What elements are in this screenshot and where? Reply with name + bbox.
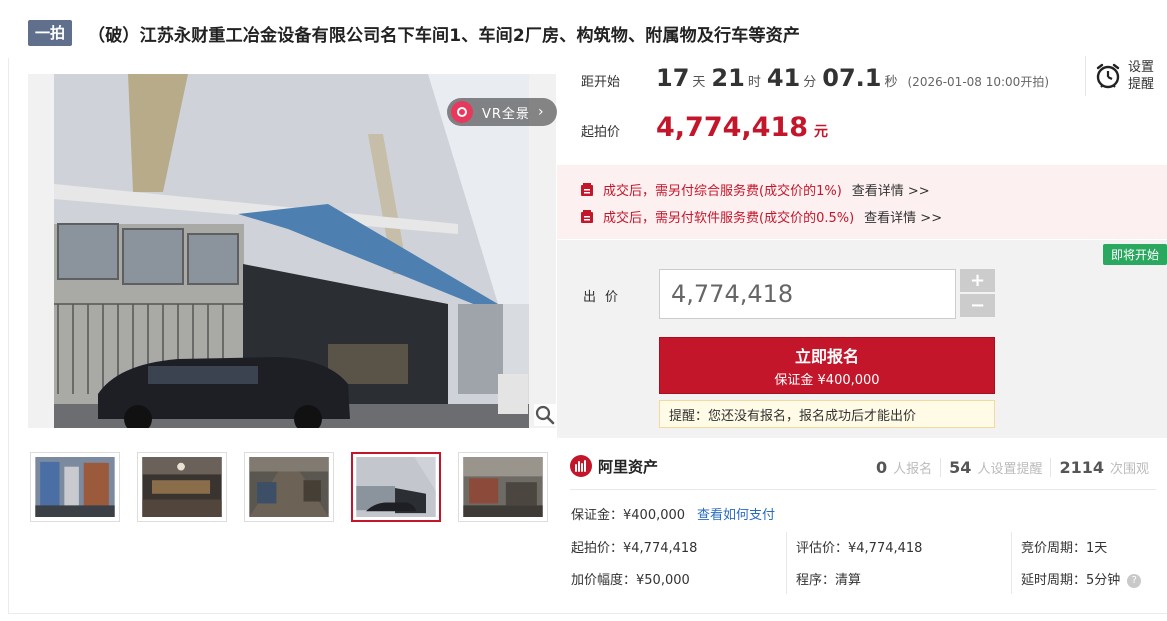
registration-tip: 提醒：您还没有报名，报名成功后才能出价: [659, 400, 995, 428]
set-reminder-button[interactable]: 设置 提醒: [1085, 56, 1157, 96]
fee-icon: [581, 209, 593, 223]
thumbnail-5[interactable]: [458, 452, 548, 522]
info-delay-cycle: 延时周期：5分钟?: [1021, 569, 1142, 588]
page-title: （破）江苏永财重工冶金设备有限公司名下车间1、车间2厂房、构筑物、附属物及行车等…: [88, 25, 801, 46]
countdown-seconds-unit: 秒: [884, 75, 898, 90]
brand-name: 阿里资产: [598, 457, 659, 476]
decrease-bid-button[interactable]: −: [960, 294, 995, 317]
stat-reminders: 54 人设置提醒: [940, 457, 1050, 477]
alarm-clock-icon: [1096, 63, 1120, 89]
stat-label: 人报名: [893, 461, 933, 477]
register-button[interactable]: 立即报名 保证金 ¥400,000: [659, 337, 995, 394]
how-to-pay-link[interactable]: 查看如何支付: [697, 508, 775, 523]
info-increment: 加价幅度：¥50,000: [571, 573, 690, 588]
countdown-days: 17: [656, 64, 690, 92]
bid-panel: 即将开始 出价 4,774,418 + − 立即报名 保证金 ¥400,000 …: [557, 240, 1167, 438]
deposit-sublabel: 保证金 ¥400,000: [774, 373, 880, 388]
stat-registrations: 0 人报名: [868, 458, 940, 477]
stat-num: 2114: [1059, 457, 1104, 477]
ali-assets-logo-icon: [570, 455, 592, 477]
fee-detail-link-2[interactable]: 查看详情 >>: [864, 207, 942, 226]
thumbnail-2[interactable]: [137, 452, 227, 522]
title-bar: 一拍 （破）江苏永财重工冶金设备有限公司名下车间1、车间2厂房、构筑物、附属物及…: [28, 20, 800, 46]
fee-text-2: 成交后，需另付软件服务费(成交价的0.5%): [603, 210, 855, 226]
column-divider: [786, 532, 787, 594]
fee-icon: [581, 182, 593, 196]
start-price-label: 起拍价: [581, 125, 621, 140]
countdown-hours: 21: [711, 64, 745, 92]
auction-type-tag: 一拍: [28, 20, 73, 46]
info-start-price: 起拍价：¥4,774,418: [571, 541, 698, 556]
info-procedure: 程序：清算: [796, 573, 862, 588]
fee-notice-2: 成交后，需另付软件服务费(成交价的0.5%) 查看详情 >>: [581, 206, 942, 226]
thumbnail-1[interactable]: [30, 452, 120, 522]
reminder-line-1: 设置: [1128, 60, 1155, 75]
vr-label: VR全景: [482, 106, 530, 122]
reminder-line-2: 提醒: [1128, 77, 1155, 92]
countdown: 距开始 17 天 21 时 41 分 07.1 秒 (2026-01-08 10…: [581, 64, 1049, 100]
chevron-right-icon: ›: [537, 104, 544, 120]
countdown-label: 距开始: [581, 75, 621, 90]
stats-bar: 0 人报名 54 人设置提醒 2114 次围观: [868, 456, 1157, 478]
delay-text: 延时周期：5分钟: [1021, 573, 1121, 588]
thumbnail-4[interactable]: [351, 452, 441, 522]
fee-text-1: 成交后，需另付综合服务费(成交价的1%): [603, 183, 842, 199]
countdown-seconds: 07.1: [822, 64, 882, 92]
fee-detail-link-1[interactable]: 查看详情 >>: [852, 180, 930, 199]
countdown-minutes: 41: [766, 64, 801, 92]
stat-num: 54: [949, 457, 972, 477]
main-photo[interactable]: [28, 74, 556, 428]
register-button-label: 立即报名: [794, 347, 859, 366]
stat-label: 次围观: [1109, 461, 1149, 477]
increase-bid-button[interactable]: +: [960, 269, 995, 292]
status-badge: 即将开始: [1102, 244, 1167, 265]
divider: [570, 489, 1156, 490]
column-divider: [1011, 532, 1012, 594]
countdown-hours-unit: 时: [747, 75, 761, 90]
vr-icon: [451, 101, 473, 123]
bid-amount-input[interactable]: 4,774,418: [659, 269, 956, 319]
brand[interactable]: 阿里资产: [570, 454, 658, 478]
zoom-icon[interactable]: [534, 404, 556, 426]
help-icon[interactable]: ?: [1127, 573, 1142, 588]
start-price-value: 4,774,418: [656, 112, 809, 143]
vr-panorama-button[interactable]: VR全景 ›: [447, 98, 557, 126]
info-bid-cycle: 竞价周期：1天: [1021, 541, 1108, 556]
deposit-text: 保证金：¥400,000: [571, 508, 686, 523]
start-time-note: (2026-01-08 10:00开拍): [907, 75, 1050, 89]
fee-notice-box: 成交后，需另付综合服务费(成交价的1%) 查看详情 >> 成交后，需另付软件服务…: [557, 165, 1167, 239]
start-price: 起拍价 4,774,418 元: [581, 112, 828, 146]
info-appraisal: 评估价：¥4,774,418: [796, 541, 923, 556]
stat-num: 0: [876, 457, 888, 477]
deposit-row: 保证金：¥400,000 查看如何支付: [571, 504, 775, 523]
thumbnail-3[interactable]: [244, 452, 334, 522]
start-price-unit: 元: [814, 124, 829, 140]
countdown-minutes-unit: 分: [803, 75, 817, 90]
bid-label: 出价: [583, 290, 628, 305]
reminder-text: 设置 提醒: [1128, 59, 1154, 93]
stat-views: 2114 次围观: [1050, 457, 1157, 477]
countdown-days-unit: 天: [692, 75, 706, 90]
stat-label: 人设置提醒: [977, 461, 1043, 477]
fee-notice-1: 成交后，需另付综合服务费(成交价的1%) 查看详情 >>: [581, 179, 930, 199]
